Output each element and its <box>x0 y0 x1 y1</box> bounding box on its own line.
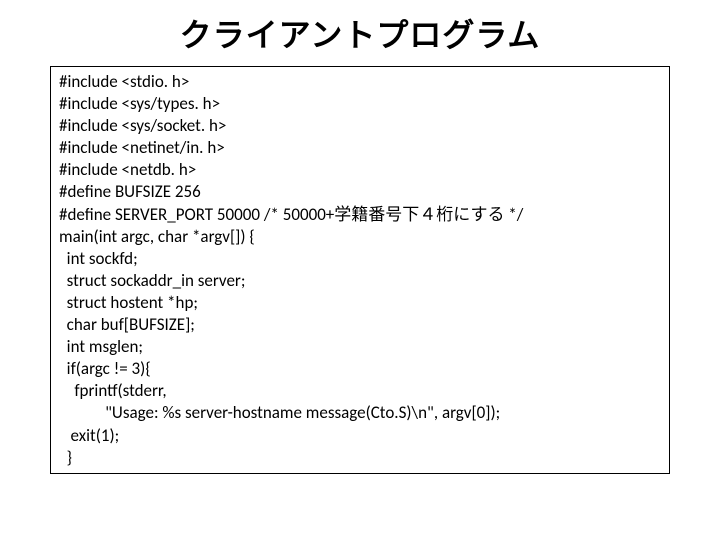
code-line: #define BUFSIZE 256 <box>59 181 201 202</box>
code-line: int msglen; <box>59 336 143 357</box>
slide-title: クライアントプログラム <box>50 10 670 56</box>
code-line: int sockfd; <box>59 248 138 269</box>
code-line: #include <sys/socket. h> <box>59 115 226 136</box>
code-line: struct sockaddr_in server; <box>59 270 245 291</box>
code-line: "Usage: %s server-hostname message(Cto.S… <box>59 402 500 423</box>
code-line: #include <netdb. h> <box>59 159 196 180</box>
code-line: fprintf(stderr, <box>59 380 167 401</box>
code-line: if(argc != 3){ <box>59 358 151 379</box>
code-line: } <box>59 447 72 468</box>
code-line: #define SERVER_PORT 50000 /* 50000+学籍番号下… <box>59 204 523 225</box>
code-line: char buf[BUFSIZE]; <box>59 314 195 335</box>
code-line: exit(1); <box>59 425 119 446</box>
code-line: #include <netinet/in. h> <box>59 137 225 158</box>
code-line: struct hostent *hp; <box>59 292 198 313</box>
slide: クライアントプログラム #include <stdio. h> #include… <box>0 0 720 540</box>
code-line: main(int argc, char *argv[]) { <box>59 226 255 247</box>
code-line: #include <sys/types. h> <box>59 93 220 114</box>
code-line: #include <stdio. h> <box>59 71 189 92</box>
code-box: #include <stdio. h> #include <sys/types.… <box>50 66 670 474</box>
